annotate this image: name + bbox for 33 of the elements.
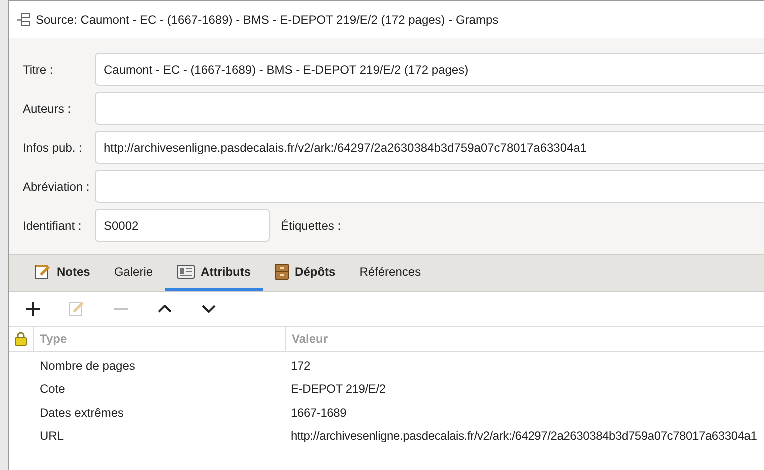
tab[interactable]: Galerie bbox=[102, 255, 166, 291]
table-cell-text: 1667-1689 bbox=[291, 404, 347, 422]
table-cell-text: http://archivesenligne.pasdecalais.fr/v2/ark:/64297/2a2630384b3d759a07c78017a63304a1 bbox=[291, 428, 758, 446]
table-cell-text: Cote bbox=[39, 381, 66, 398]
tab[interactable]: Dépôts bbox=[263, 255, 348, 291]
tab[interactable]: Notes bbox=[23, 255, 102, 291]
field-label: Infos pub. : bbox=[22, 140, 84, 156]
text-field[interactable]: http://archivesenligne.pasdecalais.fr/v2/ark:/64297/2a2630384b3d759a07c78017a63304a1 bbox=[95, 131, 764, 164]
text-field[interactable]: Caumont - EC - (1667-1689) - BMS - E-DEPOT 219/E/2 (172 pages) bbox=[95, 53, 764, 86]
table-cell-text: Nombre de pages bbox=[39, 358, 136, 375]
table-cell-text: URL bbox=[39, 428, 66, 446]
field-label: Étiquettes : bbox=[281, 218, 342, 234]
text-field[interactable]: S0002 bbox=[95, 209, 270, 242]
tab[interactable]: Références bbox=[348, 255, 434, 291]
table-cell-text: E-DEPOT 219/E/2 bbox=[291, 381, 386, 398]
field-label: Titre : bbox=[22, 62, 54, 78]
notepad-icon bbox=[35, 264, 51, 280]
chevron-down-icon bbox=[202, 305, 216, 313]
field-label: Abréviation : bbox=[22, 178, 91, 196]
table-cell-text: Dates extrêmes bbox=[39, 404, 126, 422]
text-field[interactable] bbox=[95, 170, 764, 203]
edit-icon bbox=[69, 301, 85, 317]
tree-icon bbox=[17, 12, 31, 26]
id-card-icon bbox=[177, 264, 196, 278]
lock-icon bbox=[15, 332, 27, 346]
chevron-up-icon bbox=[158, 305, 172, 313]
add-icon bbox=[26, 302, 40, 316]
text-field[interactable] bbox=[95, 92, 764, 125]
table-cell-text: 172 bbox=[291, 358, 310, 375]
field-label: Identifiant : bbox=[22, 218, 83, 234]
field-label: Auteurs : bbox=[22, 100, 72, 118]
cabinet-icon bbox=[275, 264, 290, 280]
window-title: Source: Caumont - EC - (1667-1689) - BMS - E-DEPOT 219/E/2 (172 pages) - Gramps bbox=[36, 12, 499, 28]
